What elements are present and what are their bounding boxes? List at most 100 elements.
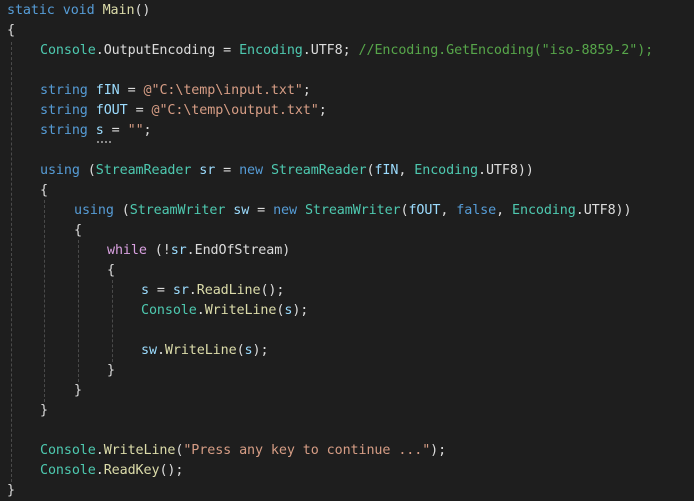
code-line-12[interactable]: { [74,221,82,241]
variable-token: s [95,123,104,138]
punctuation-token: (); [159,463,184,478]
code-editor[interactable]: static void Main() { Console.OutputEncod… [0,0,694,500]
variable-token: sr [172,283,189,298]
method-name-token: Main [102,3,135,18]
keyword-token: false [456,203,497,218]
operator-token: = [215,43,240,58]
punctuation-token: ( [113,203,130,218]
code-line-11[interactable]: using (StreamWriter sw = new StreamWrite… [74,201,632,221]
type-token: Console [40,43,96,58]
code-line-3[interactable]: Console.OutputEncoding = Encoding.UTF8; … [40,41,653,61]
code-line-7[interactable]: string s = ""; [40,121,152,141]
type-token: Encoding [239,43,303,58]
punctuation-token: . [95,463,104,478]
open-brace: { [40,183,48,198]
code-line-10[interactable]: { [40,181,48,201]
code-line-25[interactable]: } [7,481,15,501]
string-literal: @"C:\temp\input.txt" [143,83,303,98]
punctuation-token: . [95,443,104,458]
variable-token: sw [233,203,250,218]
code-line-20[interactable]: } [74,381,82,401]
control-keyword-token: while [107,243,147,258]
punctuation-token: ( [79,163,96,178]
punctuation-token: ); [430,443,447,458]
code-line-1[interactable]: static void Main() [7,1,150,21]
punctuation-token: , [496,203,513,218]
punctuation-token: (); [260,283,285,298]
operator-token: = [103,123,128,138]
close-brace: } [40,403,48,418]
code-line-5[interactable]: string fIN = @"C:\temp\input.txt"; [40,81,311,101]
type-token: StreamReader [270,163,367,178]
variable-token: s [141,283,149,298]
punctuation-token: . [95,43,104,58]
code-line-19[interactable]: } [107,361,115,381]
punctuation-token: , [440,203,457,218]
punctuation-token: ; [302,83,311,98]
code-line-9[interactable]: using (StreamReader sr = new StreamReade… [40,161,534,181]
punctuation-token: ); [292,303,309,318]
type-token: Encoding [512,203,576,218]
code-line-6[interactable]: string fOUT = @"C:\temp\output.txt"; [40,101,327,121]
indent-guide [44,200,45,402]
variable-token: s [244,343,253,358]
type-token: Console [40,443,96,458]
punctuation-token: ; [143,123,152,138]
property-token: UTF8 [583,203,616,218]
variable-token: fIN [374,163,399,178]
operator-token: = [249,203,274,218]
operator-token: = [127,103,152,118]
punctuation-token: . [302,43,311,58]
property-token: EndOfStream [194,243,283,258]
method-name-token: ReadLine [196,283,261,298]
punctuation-token: ; [342,43,359,58]
open-brace: { [74,223,82,238]
punctuation-token: (! [146,243,171,258]
string-literal: "Press any key to continue ..." [183,443,431,458]
close-brace: } [7,483,15,498]
property-token: UTF8 [485,163,518,178]
method-name-token: ReadKey [103,463,160,478]
operator-token: = [119,83,144,98]
code-line-24[interactable]: Console.ReadKey(); [40,461,183,481]
type-token: StreamWriter [304,203,401,218]
code-line-2[interactable]: { [7,21,15,41]
method-name-token: WriteLine [164,343,237,358]
punctuation-token: ); [252,343,269,358]
punctuation-token: ) [282,243,291,258]
operator-token: = [148,283,173,298]
code-line-13[interactable]: while (!sr.EndOfStream) [107,241,290,261]
code-line-14[interactable]: { [107,261,115,281]
open-brace: { [7,23,15,38]
punctuation-token: . [196,303,205,318]
keyword-token: string [40,123,88,138]
variable-token: fIN [95,83,120,98]
keyword-token: void [62,3,95,18]
method-name-token: WriteLine [103,443,176,458]
variable-token: sr [170,243,187,258]
code-line-18[interactable]: sw.WriteLine(s); [141,341,269,361]
keyword-token: static [7,3,55,18]
code-line-21[interactable]: } [40,401,48,421]
punctuation-token: . [478,163,486,178]
punctuation-token: ( [236,343,245,358]
punctuation-token: )) [517,163,534,178]
code-line-16[interactable]: Console.WriteLine(s); [141,301,308,321]
property-token: UTF8 [310,43,343,58]
punctuation-token: . [186,243,195,258]
property-token: OutputEncoding [103,43,216,58]
suggestion-squiggle[interactable] [97,139,111,143]
string-literal: @"C:\temp\output.txt" [151,103,319,118]
keyword-token: new [239,163,263,178]
code-line-23[interactable]: Console.WriteLine("Press any key to cont… [40,441,446,461]
string-literal: "" [127,123,144,138]
punctuation-token: . [156,343,165,358]
type-token: Encoding [414,163,478,178]
type-token: Console [40,463,96,478]
keyword-token: string [40,83,88,98]
keyword-token: string [40,103,88,118]
code-line-15[interactable]: s = sr.ReadLine(); [141,281,284,301]
indent-guide [78,240,79,382]
